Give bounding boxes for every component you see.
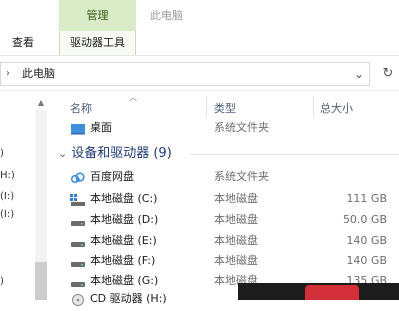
nav-scrollbar-thumb[interactable] <box>35 262 47 300</box>
drive-icon <box>70 213 86 227</box>
group-header-devices[interactable]: ⌄ 设备和驱动器 (9) <box>58 144 172 164</box>
group-title: 设备和驱动器 (9) <box>71 146 172 161</box>
cloud-icon <box>70 170 86 184</box>
drive-icon <box>70 274 86 288</box>
item-size: 111 GB <box>346 192 387 205</box>
list-item[interactable]: 本地磁盘 (D:) 本地磁盘 50.0 GB <box>62 210 399 230</box>
list-item[interactable]: 桌面 系统文件夹 <box>62 118 399 138</box>
sort-ascending-icon: ︿ <box>129 93 137 102</box>
item-name: CD 驱动器 (H:) <box>90 292 167 305</box>
address-history-dropdown-icon[interactable]: ⌄ <box>350 62 368 86</box>
item-name: 桌面 <box>90 121 112 134</box>
nav-item[interactable]: (I:) <box>0 191 14 202</box>
tab-drive-tools[interactable]: 驱动器工具 <box>59 31 136 55</box>
breadcrumb-this-pc[interactable]: 此电脑 <box>22 62 55 86</box>
item-type: 本地磁盘 <box>214 192 258 205</box>
list-item[interactable]: 本地磁盘 (C:) 本地磁盘 111 GB <box>62 189 399 209</box>
list-item[interactable]: 本地磁盘 (F:) 本地磁盘 140 GB <box>62 251 399 271</box>
item-name: 本地磁盘 (C:) <box>90 192 158 205</box>
context-tab-header-label: 管理 <box>86 9 109 22</box>
list-item[interactable]: 本地磁盘 (E:) 本地磁盘 140 GB <box>62 231 399 251</box>
item-size: 140 GB <box>346 234 387 247</box>
item-name: 本地磁盘 (D:) <box>90 213 159 226</box>
item-name: 本地磁盘 (G:) <box>90 274 159 287</box>
column-header-type[interactable]: 类型 <box>214 100 236 116</box>
column-divider[interactable] <box>206 96 207 118</box>
item-type: 系统文件夹 <box>214 170 269 183</box>
group-collapse-icon[interactable]: ⌄ <box>58 147 67 160</box>
item-size: 50.0 GB <box>342 213 387 226</box>
context-tab-header-manage[interactable]: 管理 <box>59 0 136 31</box>
column-divider[interactable] <box>313 96 314 118</box>
windows-drive-icon <box>70 192 86 206</box>
item-name: 百度网盘 <box>90 170 134 183</box>
item-type: 本地磁盘 <box>214 234 258 247</box>
drive-icon <box>70 254 86 268</box>
item-type: 本地磁盘 <box>214 213 258 226</box>
address-bar[interactable] <box>0 62 370 86</box>
cd-drive-icon <box>70 292 86 306</box>
item-name: 本地磁盘 (F:) <box>90 254 156 267</box>
item-type: 系统文件夹 <box>214 121 269 134</box>
item-size: 140 GB <box>346 254 387 267</box>
scroll-up-icon[interactable]: ▲ <box>35 98 47 108</box>
item-name: 本地磁盘 (E:) <box>90 234 157 247</box>
drive-icon <box>70 234 86 248</box>
item-type: 本地磁盘 <box>214 254 258 267</box>
breadcrumb-chevron-icon[interactable]: › <box>6 62 16 86</box>
column-header-name[interactable]: 名称 <box>70 100 92 116</box>
column-header-size[interactable]: 总大小 <box>320 100 353 116</box>
desktop-icon <box>70 121 86 135</box>
list-item[interactable]: 百度网盘 系统文件夹 <box>62 167 399 187</box>
tab-view[interactable]: 查看 <box>6 31 40 54</box>
group-divider <box>190 154 399 155</box>
nav-item[interactable]: ) <box>0 276 4 287</box>
overlay-logo <box>305 285 359 300</box>
refresh-icon[interactable]: ↻ <box>378 62 398 86</box>
window-title: 此电脑 <box>150 9 183 22</box>
nav-item[interactable]: H:) <box>0 170 15 181</box>
nav-item[interactable]: (I:) <box>0 209 14 220</box>
nav-item[interactable]: ) <box>0 148 4 159</box>
